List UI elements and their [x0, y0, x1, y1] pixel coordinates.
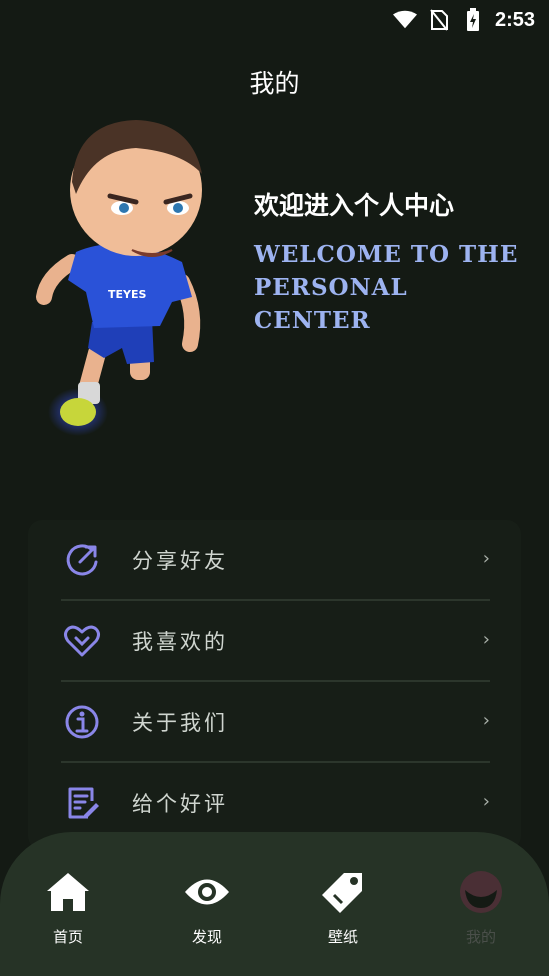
- share-icon: [62, 540, 102, 580]
- welcome-subtitle: Welcome to the personal center: [254, 241, 519, 334]
- eye-icon: [183, 868, 231, 916]
- status-bar: 2:53: [0, 0, 549, 40]
- no-sim-icon: [427, 9, 451, 31]
- menu-item-review[interactable]: 给个好评 ›: [60, 763, 490, 843]
- nav-profile[interactable]: 我的: [441, 868, 521, 948]
- menu-item-label: 给个好评: [132, 792, 228, 816]
- nav-label: 壁纸: [327, 928, 358, 946]
- chevron-right-icon: ›: [482, 548, 490, 569]
- avatar-illustration: TEYES: [32, 112, 222, 442]
- nav-discover[interactable]: 发现: [167, 868, 247, 948]
- chevron-right-icon: ›: [482, 710, 490, 731]
- review-icon: [62, 783, 102, 823]
- chevron-right-icon: ›: [482, 629, 490, 650]
- nav-wallpaper[interactable]: 壁纸: [303, 868, 383, 948]
- home-icon: [44, 868, 92, 916]
- menu-item-about[interactable]: 关于我们 ›: [60, 682, 490, 762]
- nav-home[interactable]: 首页: [28, 868, 108, 948]
- menu-item-share[interactable]: 分享好友 ›: [60, 520, 490, 600]
- menu-item-label: 关于我们: [132, 711, 228, 735]
- menu-card: 分享好友 › 我喜欢的 › 关于我们 › 给个好评 ›: [28, 520, 521, 850]
- nav-label: 首页: [52, 928, 83, 946]
- chevron-right-icon: ›: [482, 791, 490, 812]
- wifi-icon: [392, 9, 417, 31]
- menu-item-label: 我喜欢的: [132, 630, 228, 654]
- info-icon: [62, 702, 102, 742]
- nav-label: 发现: [191, 928, 222, 946]
- page-title: 我的: [249, 69, 300, 98]
- battery-charging-icon: [461, 8, 485, 31]
- svg-text:TEYES: TEYES: [108, 288, 146, 301]
- tag-icon: [319, 868, 367, 916]
- clock: 2:53: [494, 8, 535, 31]
- menu-item-label: 分享好友: [132, 549, 228, 573]
- bottom-nav: 首页 发现 壁纸 我的: [0, 832, 549, 976]
- menu-item-favorites[interactable]: 我喜欢的 ›: [60, 601, 490, 681]
- nav-label: 我的: [465, 928, 496, 946]
- profile-icon: [457, 868, 505, 916]
- heart-icon: [62, 621, 102, 661]
- welcome-title: 欢迎进入个人中心: [254, 191, 455, 220]
